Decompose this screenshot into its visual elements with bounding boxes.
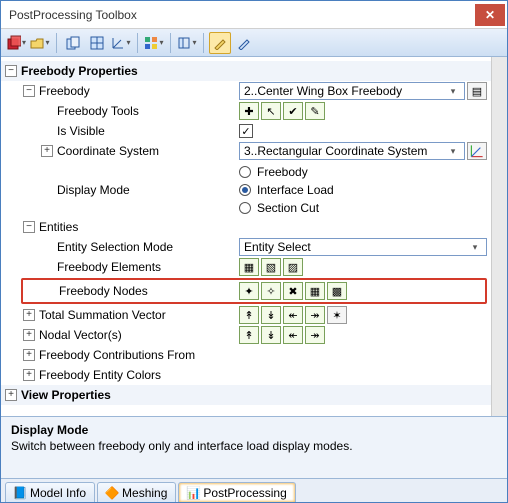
brush2-icon[interactable] [233,32,255,54]
freebody-options-button[interactable]: ▤ [467,82,487,100]
elements-clear-button[interactable]: ▨ [283,258,303,276]
radio-freebody-label: Freebody [257,165,308,179]
separator [203,33,204,53]
nodal-vectors-label: Nodal Vector(s) [39,328,122,342]
color-grid-icon[interactable]: ▾ [143,32,165,54]
copy-icon[interactable] [62,32,84,54]
open-icon[interactable]: ▾ [29,32,51,54]
vertical-scrollbar[interactable] [491,57,507,416]
freebody-nodes-highlight: Freebody Nodes ✦ ✧ ✖ ▦ ▩ [21,278,487,304]
coord-axis-button[interactable] [467,142,487,160]
entity-selection-mode-label: Entity Selection Mode [57,240,173,254]
group-view-properties: View Properties [21,388,487,402]
close-button[interactable]: ✕ [475,4,505,26]
elements-add-button[interactable]: ▦ [239,258,259,276]
brush1-icon[interactable] [209,32,231,54]
entity-colors-label: Freebody Entity Colors [39,368,161,382]
freebody-nodes-label: Freebody Nodes [59,284,148,298]
titlebar: PostProcessing Toolbox ✕ [1,1,507,29]
mesh-icon: 🔶 [106,487,118,499]
freebody-tools-label: Freebody Tools [57,104,139,118]
expand-icon[interactable]: + [5,389,17,401]
description-panel: Display Mode Switch between freebody onl… [1,416,507,478]
nv-btn3[interactable]: ↞ [283,326,303,344]
nodes-btn1[interactable]: ✦ [239,282,259,300]
separator [170,33,171,53]
coord-system-label: Coordinate System [57,144,159,158]
panel-icon[interactable]: ▾ [176,32,198,54]
nodes-btn2[interactable]: ✧ [261,282,281,300]
window-title: PostProcessing Toolbox [9,8,475,22]
description-title: Display Mode [11,423,497,437]
tsv-btn3[interactable]: ↞ [283,306,303,324]
grid-icon[interactable] [86,32,108,54]
tool-pick-button[interactable]: ↖ [261,102,281,120]
radio-section-cut-label: Section Cut [257,201,319,215]
tsv-btn2[interactable]: ↡ [261,306,281,324]
nv-btn2[interactable]: ↡ [261,326,281,344]
nodes-btn4[interactable]: ▦ [305,282,325,300]
expand-icon[interactable]: + [23,369,35,381]
elements-pick-button[interactable]: ▧ [261,258,281,276]
nodes-btn5[interactable]: ▩ [327,282,347,300]
is-visible-checkbox[interactable]: ✓ [239,124,253,138]
radio-freebody[interactable] [239,166,251,178]
coord-system-select[interactable]: 3..Rectangular Coordinate System▾ [239,142,465,160]
separator [137,33,138,53]
nv-btn1[interactable]: ↟ [239,326,259,344]
tsv-btn4[interactable]: ↠ [305,306,325,324]
radio-section-cut[interactable] [239,202,251,214]
cube-icon[interactable]: ▾ [5,32,27,54]
freebody-elements-label: Freebody Elements [57,260,161,274]
property-tree: − Freebody Properties −Freebody 2..Cente… [1,57,491,416]
expand-icon[interactable]: + [23,329,35,341]
expand-icon[interactable]: + [23,349,35,361]
info-icon: 📘 [14,487,26,499]
tsv-btn5[interactable]: ✶ [327,306,347,324]
entities-label: Entities [39,220,78,234]
freebody-select[interactable]: 2..Center Wing Box Freebody▾ [239,82,465,100]
tool-add-button[interactable]: ✚ [239,102,259,120]
tab-model-info[interactable]: 📘Model Info [5,482,95,502]
radio-interface-load-label: Interface Load [257,183,334,197]
collapse-icon[interactable]: − [23,85,35,97]
separator [56,33,57,53]
tab-postprocessing[interactable]: 📊PostProcessing [178,482,295,502]
description-body: Switch between freebody only and interfa… [11,439,497,453]
entity-selection-mode-select[interactable]: Entity Select▾ [239,238,487,256]
collapse-icon[interactable]: − [23,221,35,233]
is-visible-label: Is Visible [57,124,105,138]
radio-interface-load[interactable] [239,184,251,196]
toolbar: ▾ ▾ ▾ ▾ ▾ [1,29,507,57]
expand-icon[interactable]: + [23,309,35,321]
expand-icon[interactable]: + [41,145,53,157]
collapse-icon[interactable]: − [5,65,17,77]
tsv-btn1[interactable]: ↟ [239,306,259,324]
tool-check-button[interactable]: ✔ [283,102,303,120]
tool-edit-button[interactable]: ✎ [305,102,325,120]
post-icon: 📊 [187,487,199,499]
nodes-btn3[interactable]: ✖ [283,282,303,300]
nv-btn4[interactable]: ↠ [305,326,325,344]
tab-meshing[interactable]: 🔶Meshing [97,482,176,502]
freebody-label: Freebody [39,84,90,98]
display-mode-label: Display Mode [57,183,130,197]
axis-icon[interactable]: ▾ [110,32,132,54]
group-freebody-properties: Freebody Properties [21,64,487,78]
tab-bar: 📘Model Info 🔶Meshing 📊PostProcessing [1,478,507,502]
contributions-from-label: Freebody Contributions From [39,348,195,362]
total-summation-vector-label: Total Summation Vector [39,308,166,322]
